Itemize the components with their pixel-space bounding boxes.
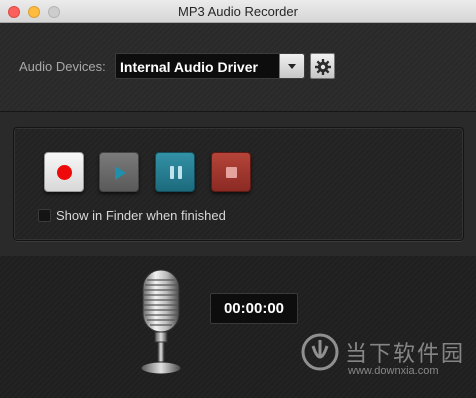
play-button[interactable] [99, 152, 139, 192]
app-window: MP3 Audio Recorder Audio Devices: Intern… [0, 0, 476, 398]
pause-icon [170, 166, 182, 179]
device-settings-button[interactable] [310, 53, 335, 79]
elapsed-time-display: 00:00:00 [210, 293, 298, 324]
recorder-status-area: 00:00:00 当下软件园 www.downxia.com [0, 256, 476, 398]
audio-device-value: Internal Audio Driver [120, 59, 258, 75]
watermark-url: www.downxia.com [348, 365, 439, 377]
microphone-icon [140, 269, 182, 375]
audio-device-select[interactable]: Internal Audio Driver [115, 53, 305, 79]
show-in-finder-checkbox[interactable] [38, 209, 51, 222]
play-icon [115, 166, 126, 180]
chevron-down-icon[interactable] [279, 54, 304, 78]
record-icon [57, 165, 72, 180]
watermark-name: 当下软件园 [345, 341, 466, 366]
stop-icon [226, 167, 237, 178]
audio-devices-row: Audio Devices: Internal Audio Driver [0, 24, 476, 112]
gear-icon [315, 59, 331, 75]
title-bar[interactable]: MP3 Audio Recorder [0, 0, 476, 23]
audio-devices-label: Audio Devices: [19, 59, 106, 74]
stop-button[interactable] [211, 152, 251, 192]
show-in-finder-label[interactable]: Show in Finder when finished [56, 208, 226, 223]
record-button[interactable] [44, 152, 84, 192]
pause-button[interactable] [155, 152, 195, 192]
watermark-logo-icon [301, 333, 339, 371]
recording-controls-panel: Show in Finder when finished [13, 127, 464, 241]
window-title: MP3 Audio Recorder [178, 4, 298, 19]
